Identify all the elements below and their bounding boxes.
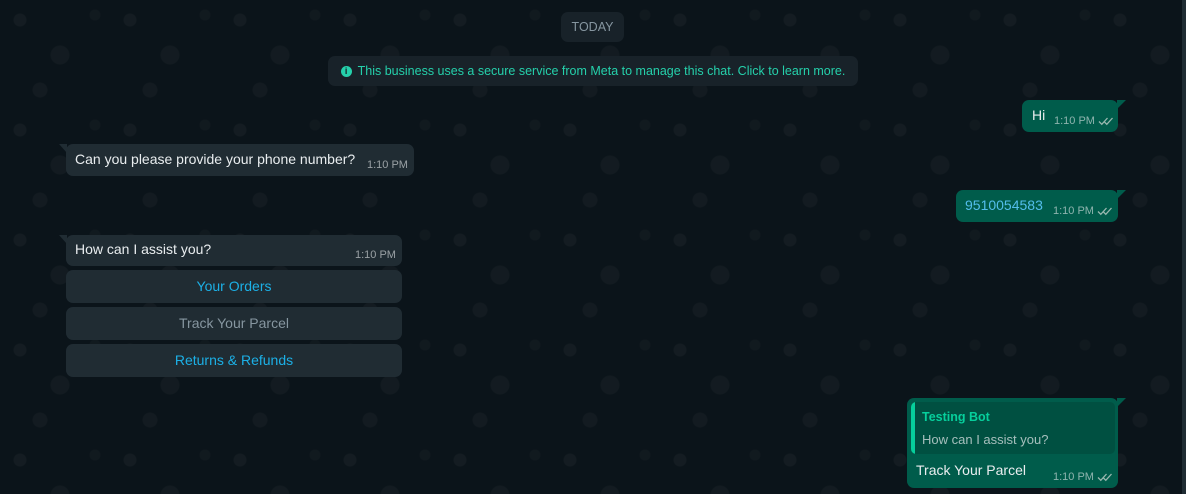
scrollbar[interactable] bbox=[1182, 0, 1186, 494]
message-time: 1:10 PM bbox=[367, 159, 408, 171]
double-check-icon bbox=[1097, 206, 1113, 216]
message-meta: 1:10 PM bbox=[1054, 115, 1114, 127]
quick-reply-your-orders[interactable]: Your Orders bbox=[66, 270, 402, 303]
phone-number-link[interactable]: 9510054583 bbox=[965, 197, 1043, 213]
message-outgoing[interactable]: Hi 1:10 PM bbox=[1022, 100, 1126, 132]
quote-bar bbox=[911, 402, 915, 454]
bubble-tail bbox=[59, 235, 67, 244]
bubble-tail bbox=[1117, 100, 1126, 109]
quick-reply-track-parcel[interactable]: Track Your Parcel bbox=[66, 307, 402, 340]
double-check-icon bbox=[1097, 472, 1113, 482]
quoted-message[interactable]: Testing Bot How can I assist you? bbox=[911, 402, 1115, 454]
message-time: 1:10 PM bbox=[1053, 471, 1094, 483]
message-time: 1:10 PM bbox=[1053, 205, 1094, 217]
chat-area: TODAY i This business uses a secure serv… bbox=[0, 0, 1186, 494]
message-incoming[interactable]: How can I assist you? 1:10 PM bbox=[59, 235, 402, 266]
quick-reply-returns-refunds[interactable]: Returns & Refunds bbox=[66, 344, 402, 377]
message-incoming[interactable]: Can you please provide your phone number… bbox=[59, 144, 414, 176]
message-outgoing-reply[interactable]: Testing Bot How can I assist you? Track … bbox=[907, 398, 1126, 488]
message-text: Track Your Parcel bbox=[916, 462, 1026, 478]
double-check-icon bbox=[1098, 116, 1114, 126]
quoted-author: Testing Bot bbox=[922, 410, 990, 424]
message-time: 1:10 PM bbox=[355, 249, 396, 261]
message-time: 1:10 PM bbox=[1054, 115, 1095, 127]
message-text: How can I assist you? bbox=[75, 241, 212, 257]
encryption-notice[interactable]: i This business uses a secure service fr… bbox=[328, 56, 858, 86]
date-separator: TODAY bbox=[561, 12, 624, 42]
bubble-tail bbox=[1117, 398, 1126, 407]
message-text: Hi bbox=[1032, 107, 1046, 123]
message-meta: 1:10 PM bbox=[1053, 471, 1113, 483]
message-outgoing[interactable]: 9510054583 1:10 PM bbox=[956, 190, 1126, 222]
message-meta: 1:10 PM bbox=[1053, 205, 1113, 217]
quoted-text: How can I assist you? bbox=[922, 432, 1049, 447]
bubble-tail bbox=[1117, 190, 1126, 199]
notice-text: This business uses a secure service from… bbox=[357, 64, 846, 78]
bubble-tail bbox=[59, 144, 67, 153]
info-icon: i bbox=[340, 65, 352, 77]
message-text: Can you please provide your phone number… bbox=[75, 151, 356, 167]
